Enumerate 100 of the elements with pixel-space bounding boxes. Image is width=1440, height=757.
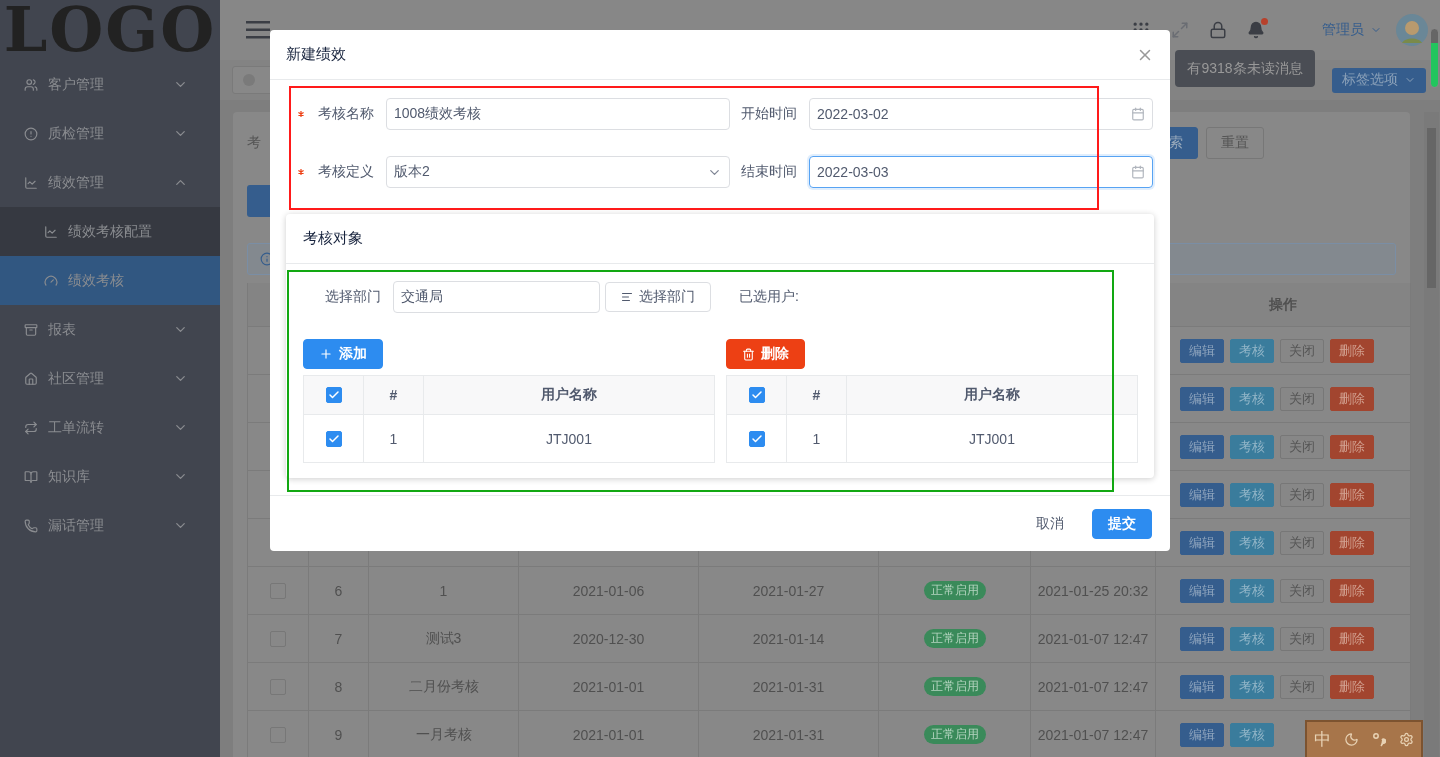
edit-button[interactable]: 编辑 xyxy=(1180,722,1224,747)
menu-icon xyxy=(24,469,38,484)
table-cell: 2021-01-25 20:32 xyxy=(1031,567,1156,615)
delete-button[interactable]: 删除 xyxy=(1330,674,1374,699)
checkbox[interactable] xyxy=(748,387,765,403)
table-cell: 2021-01-31 xyxy=(699,663,879,711)
sidebar-item[interactable]: 知识库 xyxy=(0,452,220,501)
table-cell: 1 xyxy=(787,415,847,463)
sidebar-item[interactable]: 质检管理 xyxy=(0,109,220,158)
delete-button[interactable]: 删除 xyxy=(1330,626,1374,651)
select-field[interactable]: 版本2 xyxy=(386,156,730,188)
sidebar-item[interactable]: 社区管理 xyxy=(0,354,220,403)
add-button[interactable]: 添加 xyxy=(303,339,383,369)
input-field[interactable]: 交通局 xyxy=(393,280,600,313)
table-cell: 2021-01-06 xyxy=(519,567,699,615)
sidebar-subitem[interactable]: 绩效考核 xyxy=(0,256,220,305)
review-button[interactable]: 考核 xyxy=(1230,338,1274,363)
language-label[interactable]: 中 xyxy=(1313,728,1331,751)
review-button[interactable]: 考核 xyxy=(1230,386,1274,411)
status-badge: 正常启用 xyxy=(923,725,986,744)
delete-button[interactable]: 删除 xyxy=(1330,578,1374,603)
edit-button[interactable]: 编辑 xyxy=(1180,338,1224,363)
menu-icon xyxy=(24,175,38,190)
table-cell: 1 xyxy=(364,415,424,463)
date-field[interactable]: 2022-03-03 xyxy=(809,156,1153,188)
review-button[interactable]: 考核 xyxy=(1230,722,1274,747)
table-cell: 2021-01-07 12:47 xyxy=(1031,663,1156,711)
table-cell: JTJ001 xyxy=(847,415,1138,463)
scrollbar[interactable] xyxy=(1424,112,1439,757)
settings-icon[interactable] xyxy=(1399,732,1415,747)
select-department-button[interactable]: 选择部门 xyxy=(605,281,711,312)
menu-icon xyxy=(24,371,38,386)
table-cell: 7 xyxy=(309,615,369,663)
sidebar-item[interactable]: 漏话管理 xyxy=(0,501,220,550)
field-label: 开始时间 xyxy=(740,105,797,123)
edit-button[interactable]: 编辑 xyxy=(1180,386,1224,411)
review-button[interactable]: 考核 xyxy=(1230,674,1274,699)
menu-icon xyxy=(24,77,38,92)
edit-button[interactable]: 编辑 xyxy=(1180,674,1224,699)
delete-button[interactable]: 删除 xyxy=(726,339,805,369)
edit-button[interactable]: 编辑 xyxy=(1180,530,1224,555)
field-label: 考核名称 xyxy=(317,105,374,123)
column-header: 用户名称 xyxy=(424,376,715,415)
tab-options-button[interactable]: 标签选项 xyxy=(1332,67,1426,93)
edit-button[interactable]: 编辑 xyxy=(1180,434,1224,459)
sidebar-item[interactable]: 绩效管理 xyxy=(0,158,220,207)
table-cell: JTJ001 xyxy=(424,415,715,463)
cancel-button[interactable]: 取消 xyxy=(1030,513,1070,534)
check-icon xyxy=(327,389,340,401)
sidebar-item[interactable]: 客户管理 xyxy=(0,60,220,109)
check-icon xyxy=(327,432,340,445)
review-button[interactable]: 考核 xyxy=(1230,530,1274,555)
date-field[interactable]: 2022-03-02 xyxy=(809,98,1153,130)
sidebar-item[interactable]: 报表 xyxy=(0,305,220,354)
dialog-title: 新建绩效 xyxy=(286,45,346,64)
menu-icon[interactable] xyxy=(246,21,270,39)
edit-button[interactable]: 编辑 xyxy=(1180,482,1224,507)
user-menu[interactable]: 管理员 xyxy=(1322,21,1382,39)
plus-icon xyxy=(319,347,333,361)
trash-icon xyxy=(742,347,755,361)
review-button[interactable]: 考核 xyxy=(1230,482,1274,507)
table-cell: 2021-01-14 xyxy=(699,615,879,663)
sidebar-item[interactable]: 工单流转 xyxy=(0,403,220,452)
menu-icon xyxy=(44,224,58,239)
delete-button[interactable]: 删除 xyxy=(1330,482,1374,507)
checkbox[interactable] xyxy=(748,430,765,447)
moon-icon[interactable] xyxy=(1343,732,1359,747)
input-field[interactable]: 1008绩效考核 xyxy=(386,98,730,130)
field-label: 考核定义 xyxy=(317,163,374,181)
status-badge: 正常启用 xyxy=(923,581,986,600)
column-header: # xyxy=(787,376,847,415)
menu-icon xyxy=(24,420,38,435)
sidebar-subitem[interactable]: 绩效考核配置 xyxy=(0,207,220,256)
list-icon xyxy=(621,290,633,303)
review-button[interactable]: 考核 xyxy=(1230,578,1274,603)
column-header: 用户名称 xyxy=(847,376,1138,415)
checkbox[interactable] xyxy=(325,430,342,447)
menu-icon xyxy=(24,518,38,533)
status-badge: 正常启用 xyxy=(923,677,986,696)
table-cell: 2021-01-07 12:47 xyxy=(1031,615,1156,663)
checkbox[interactable] xyxy=(325,387,342,403)
edit-button[interactable]: 编辑 xyxy=(1180,626,1224,651)
delete-button[interactable]: 删除 xyxy=(1330,530,1374,555)
submit-button[interactable]: 提交 xyxy=(1092,508,1152,539)
status-badge: 正常启用 xyxy=(923,629,986,648)
edit-button[interactable]: 编辑 xyxy=(1180,578,1224,603)
avatar-icon xyxy=(1396,14,1428,46)
field-label: 已选用户: xyxy=(739,287,799,306)
check-icon xyxy=(750,389,763,401)
menu-icon xyxy=(44,273,58,288)
review-button[interactable]: 考核 xyxy=(1230,434,1274,459)
calendar-icon xyxy=(1131,107,1145,121)
review-button[interactable]: 考核 xyxy=(1230,626,1274,651)
delete-button[interactable]: 删除 xyxy=(1330,338,1374,363)
delete-button[interactable]: 删除 xyxy=(1330,434,1374,459)
table-cell: 2021-01-01 xyxy=(519,663,699,711)
field-label: 选择部门 xyxy=(325,287,381,306)
card-title: 考核对象 xyxy=(303,229,363,248)
punctuation-icon[interactable] xyxy=(1372,731,1387,748)
delete-button[interactable]: 删除 xyxy=(1330,386,1374,411)
